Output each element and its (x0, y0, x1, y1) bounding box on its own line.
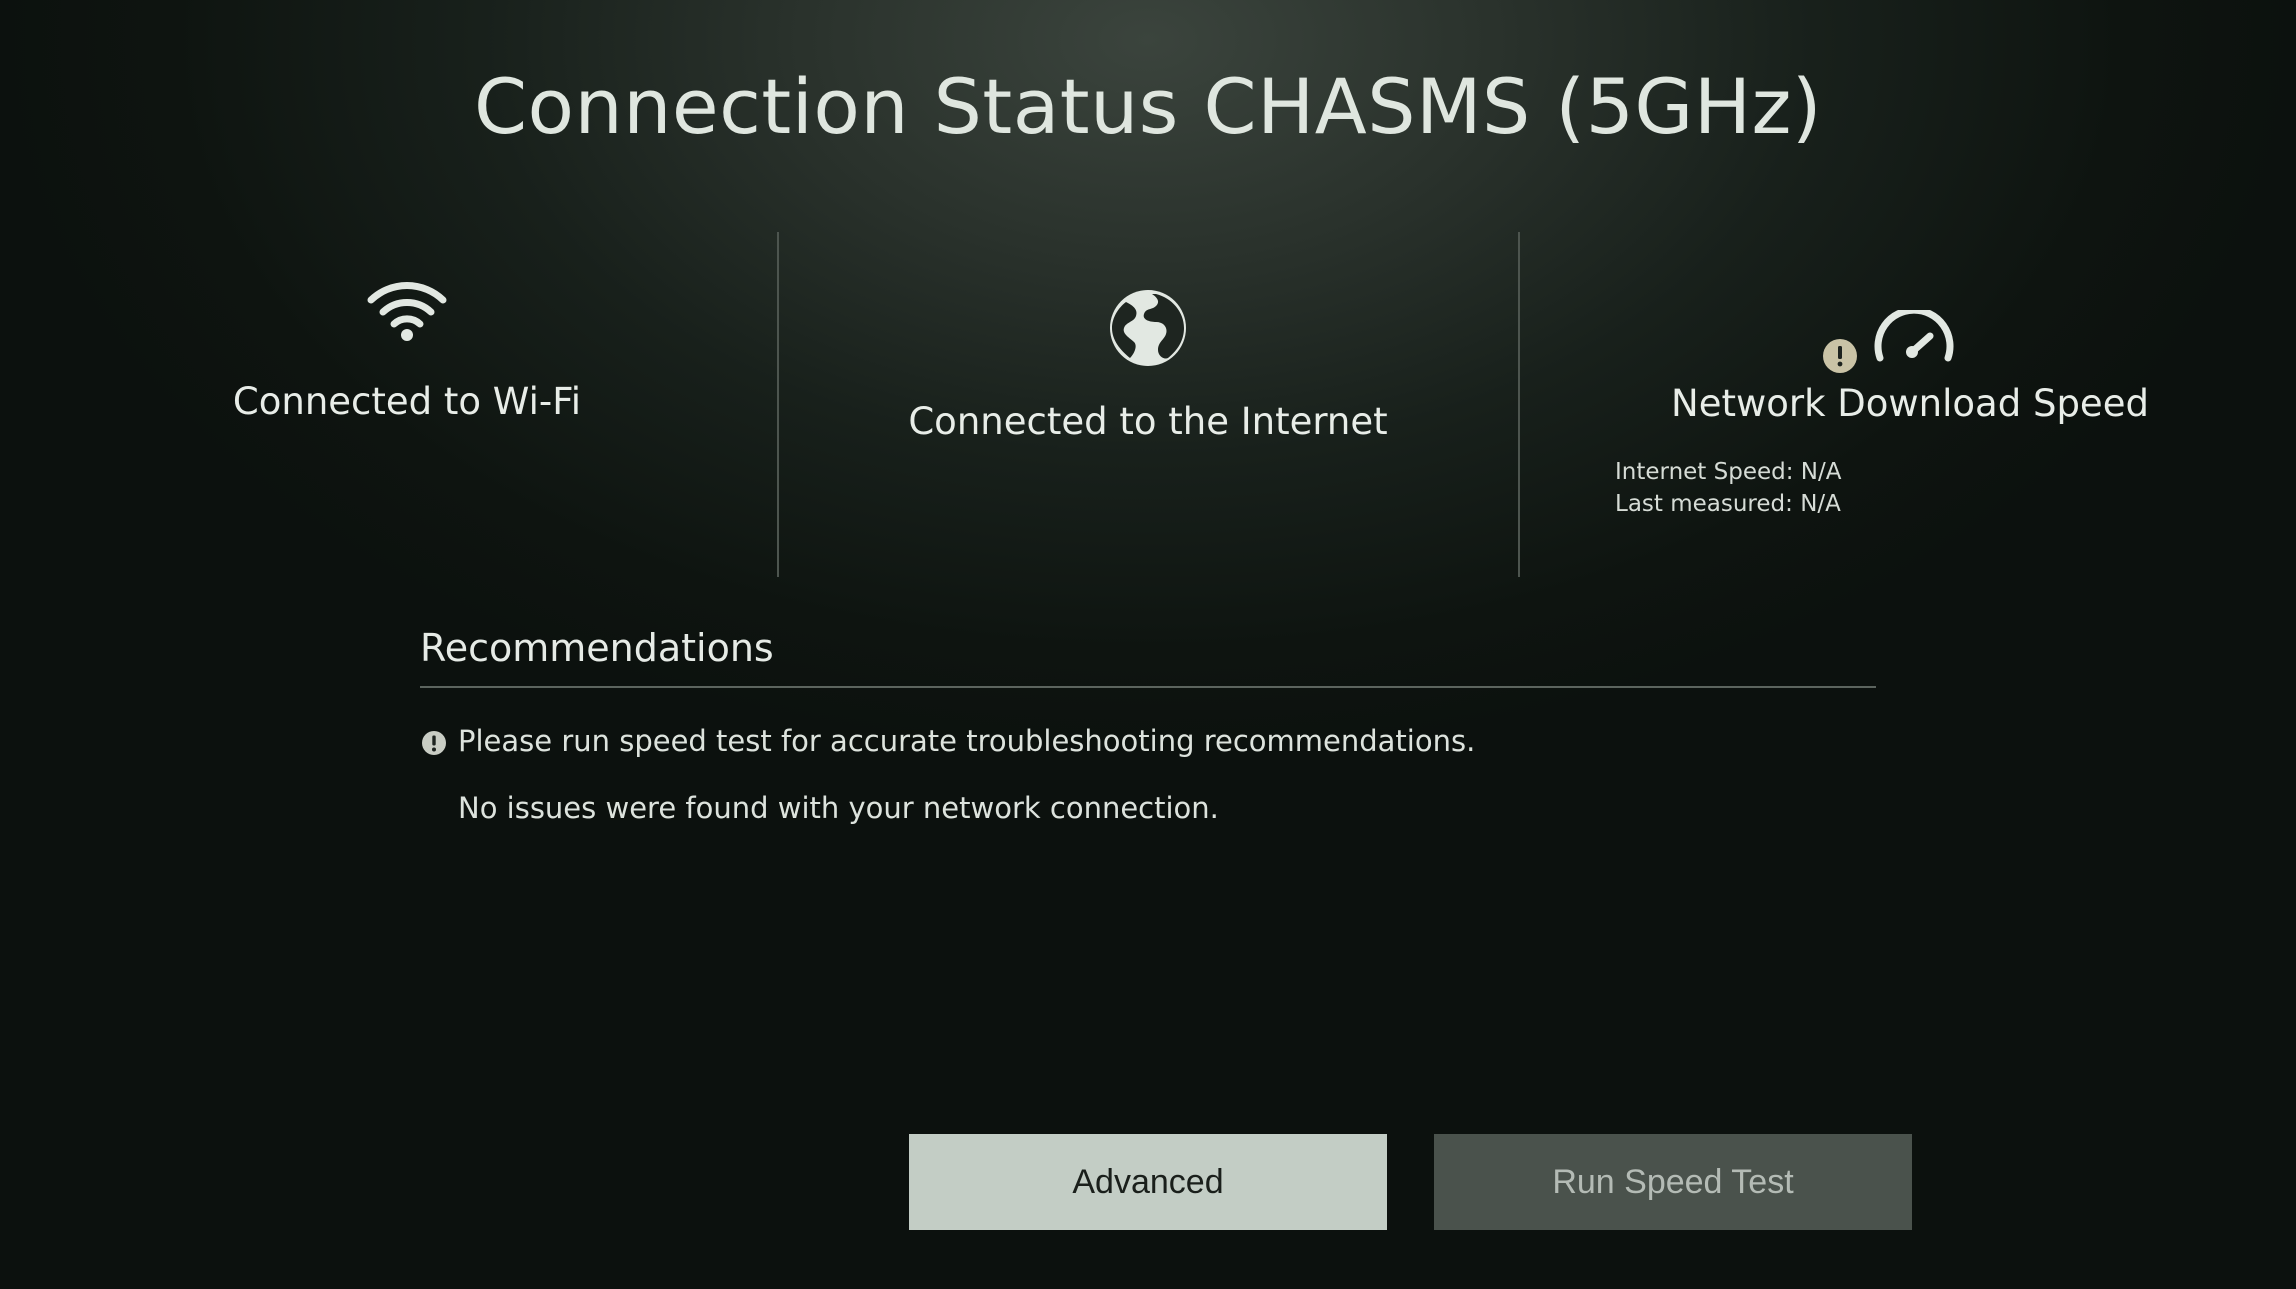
warning-icon (1822, 338, 1858, 378)
recommendations-heading: Recommendations (420, 626, 774, 670)
recommendation-item: No issues were found with your network c… (458, 791, 1219, 825)
wifi-icon (37, 280, 777, 346)
speed-details: Internet Speed: N/A Last measured: N/A (1615, 456, 1842, 520)
download-speed-label: Network Download Speed (1671, 382, 2149, 425)
globe-icon (778, 288, 1518, 372)
internet-speed-value: Internet Speed: N/A (1615, 459, 1842, 485)
recommendations-divider (420, 686, 1876, 688)
internet-status-label: Connected to the Internet (908, 400, 1388, 443)
info-bullet-icon (421, 730, 447, 760)
download-speed-status: Network Download Speed (1519, 280, 2259, 425)
page-title: Connection Status CHASMS (5GHz) (473, 62, 1823, 151)
wifi-status: Connected to Wi-Fi (37, 280, 777, 423)
advanced-button[interactable]: Advanced (909, 1134, 1387, 1230)
speedometer-icon (1872, 306, 1956, 370)
recommendation-item: Please run speed test for accurate troub… (458, 724, 1476, 758)
internet-status: Connected to the Internet (778, 280, 1518, 443)
wifi-status-label: Connected to Wi-Fi (232, 380, 582, 423)
last-measured-value: Last measured: N/A (1615, 491, 1841, 517)
run-speed-test-button[interactable]: Run Speed Test (1434, 1134, 1912, 1230)
